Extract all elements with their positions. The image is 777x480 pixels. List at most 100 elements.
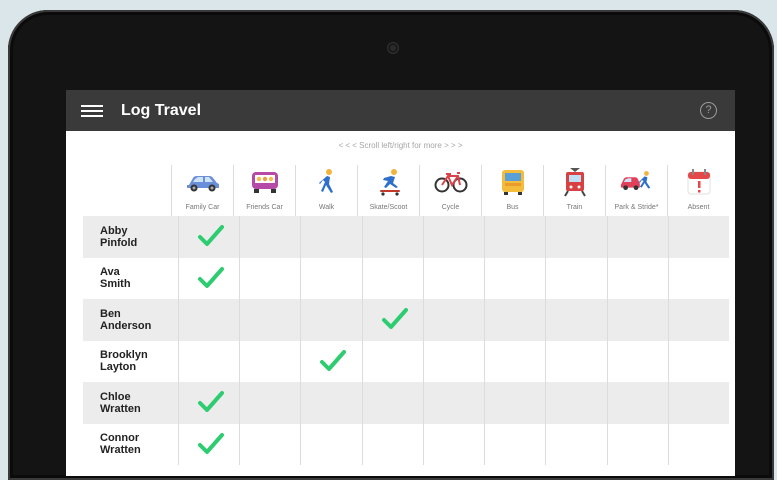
travel-option-cell[interactable] (545, 216, 606, 258)
travel-option-cell[interactable] (178, 423, 239, 465)
travel-option-cell[interactable] (422, 299, 484, 341)
app-bar: Log Travel ? (66, 90, 735, 131)
travel-option-cell[interactable] (484, 257, 545, 299)
student-name-label: Ava Smith (100, 266, 131, 291)
travel-option-cell[interactable] (667, 299, 729, 341)
table-row: Brooklyn Layton (83, 340, 729, 382)
travel-option-cell[interactable] (300, 257, 361, 299)
scroll-hint: < < < Scroll left/right for more > > > (338, 141, 463, 150)
student-name: Abby Pinfold (83, 216, 178, 258)
travel-option-cell[interactable] (239, 257, 300, 299)
help-circle-icon[interactable]: ? (700, 102, 717, 119)
travel-option-cell[interactable] (667, 257, 729, 299)
travel-option-cell[interactable] (484, 299, 545, 341)
travel-option-cell[interactable] (361, 299, 423, 341)
travel-option-cell[interactable] (239, 299, 300, 341)
travel-option-cell[interactable] (422, 382, 484, 424)
column-header-skate-scoot: Skate/Scoot (357, 165, 419, 216)
student-name-label: Abby Pinfold (100, 224, 138, 249)
page-title: Log Travel (121, 101, 202, 119)
column-header-absent: Absent (667, 165, 729, 216)
travel-option-cell[interactable] (422, 257, 484, 299)
bus-icon (495, 168, 531, 196)
travel-option-cell[interactable] (667, 340, 729, 382)
travel-option-cell[interactable] (606, 216, 668, 258)
travel-option-cell[interactable] (422, 216, 484, 258)
student-name-label: Connor Wratten (100, 432, 141, 457)
travel-option-cell[interactable] (178, 257, 239, 299)
travel-option-cell[interactable] (484, 216, 545, 258)
travel-option-cell[interactable] (606, 382, 668, 424)
travel-option-cell[interactable] (239, 423, 300, 465)
travel-option-cell[interactable] (484, 382, 545, 424)
bicycle-icon (433, 168, 469, 196)
travel-option-cell[interactable] (484, 423, 545, 465)
column-label: Family Car (185, 204, 220, 211)
column-label: Friends Car (246, 204, 283, 211)
travel-grid: Family Car Friends Car Walk Skate/Scoot Cycl… (83, 165, 729, 465)
column-label: Walk (318, 204, 335, 211)
table-row: Connor Wratten (83, 423, 729, 465)
column-label: Train (566, 204, 583, 211)
travel-option-cell[interactable] (178, 340, 239, 382)
travel-option-cell[interactable] (484, 340, 545, 382)
travel-option-cell[interactable] (178, 382, 239, 424)
name-column-header (83, 165, 171, 216)
absent-calendar-icon (681, 168, 717, 196)
column-header-bus: Bus (481, 165, 543, 216)
table-row: Chloe Wratten (83, 382, 729, 424)
travel-option-cell[interactable] (545, 423, 606, 465)
column-header-walk: Walk (295, 165, 357, 216)
app-screen: Log Travel ? < < < Scroll left/right for… (66, 90, 735, 476)
travel-option-cell[interactable] (606, 257, 668, 299)
travel-option-cell[interactable] (361, 257, 423, 299)
park-and-stride-icon (619, 168, 655, 196)
column-header-cycle: Cycle (419, 165, 481, 216)
travel-option-cell[interactable] (300, 423, 361, 465)
travel-option-cell[interactable] (239, 216, 300, 258)
travel-option-cell[interactable] (545, 382, 606, 424)
travel-option-cell[interactable] (545, 299, 606, 341)
travel-option-cell[interactable] (361, 423, 423, 465)
travel-option-cell[interactable] (300, 340, 361, 382)
travel-option-cell[interactable] (667, 382, 729, 424)
column-header-family-car: Family Car (171, 165, 233, 216)
travel-option-cell[interactable] (606, 299, 668, 341)
checkmark-icon (197, 388, 225, 416)
column-label: Absent (687, 204, 710, 211)
student-name: Chloe Wratten (83, 382, 178, 424)
travel-option-cell[interactable] (667, 423, 729, 465)
travel-option-cell[interactable] (178, 299, 239, 341)
student-name-label: Chloe Wratten (100, 390, 141, 415)
family-car-icon (185, 168, 221, 196)
table-row: Ava Smith (83, 257, 729, 300)
hamburger-menu-icon[interactable] (81, 104, 103, 118)
column-label: Bus (506, 204, 519, 211)
tablet-frame: Log Travel ? < < < Scroll left/right for… (8, 10, 774, 480)
travel-option-cell[interactable] (361, 382, 423, 424)
train-icon (557, 168, 593, 197)
travel-option-cell[interactable] (545, 257, 606, 299)
student-name: Ava Smith (83, 258, 178, 300)
checkmark-icon (381, 305, 409, 333)
travel-option-cell[interactable] (239, 340, 300, 382)
checkmark-icon (197, 222, 225, 250)
travel-option-cell[interactable] (300, 216, 361, 258)
travel-option-cell[interactable] (422, 340, 484, 382)
travel-option-cell[interactable] (606, 340, 668, 382)
travel-option-cell[interactable] (300, 382, 361, 424)
travel-option-cell[interactable] (545, 340, 606, 382)
travel-option-cell[interactable] (178, 216, 239, 258)
travel-option-cell[interactable] (361, 340, 423, 382)
travel-option-cell[interactable] (422, 423, 484, 465)
travel-option-cell[interactable] (300, 299, 361, 341)
travel-option-cell[interactable] (667, 216, 729, 258)
camera-lens (388, 43, 398, 53)
travel-option-cell[interactable] (361, 216, 423, 258)
travel-option-cell[interactable] (239, 382, 300, 424)
checkmark-icon (319, 347, 347, 375)
student-name-label: Brooklyn Layton (100, 349, 148, 374)
column-header-friends-car: Friends Car (233, 165, 295, 216)
table-row: Ben Anderson (83, 299, 729, 341)
travel-option-cell[interactable] (606, 423, 668, 465)
